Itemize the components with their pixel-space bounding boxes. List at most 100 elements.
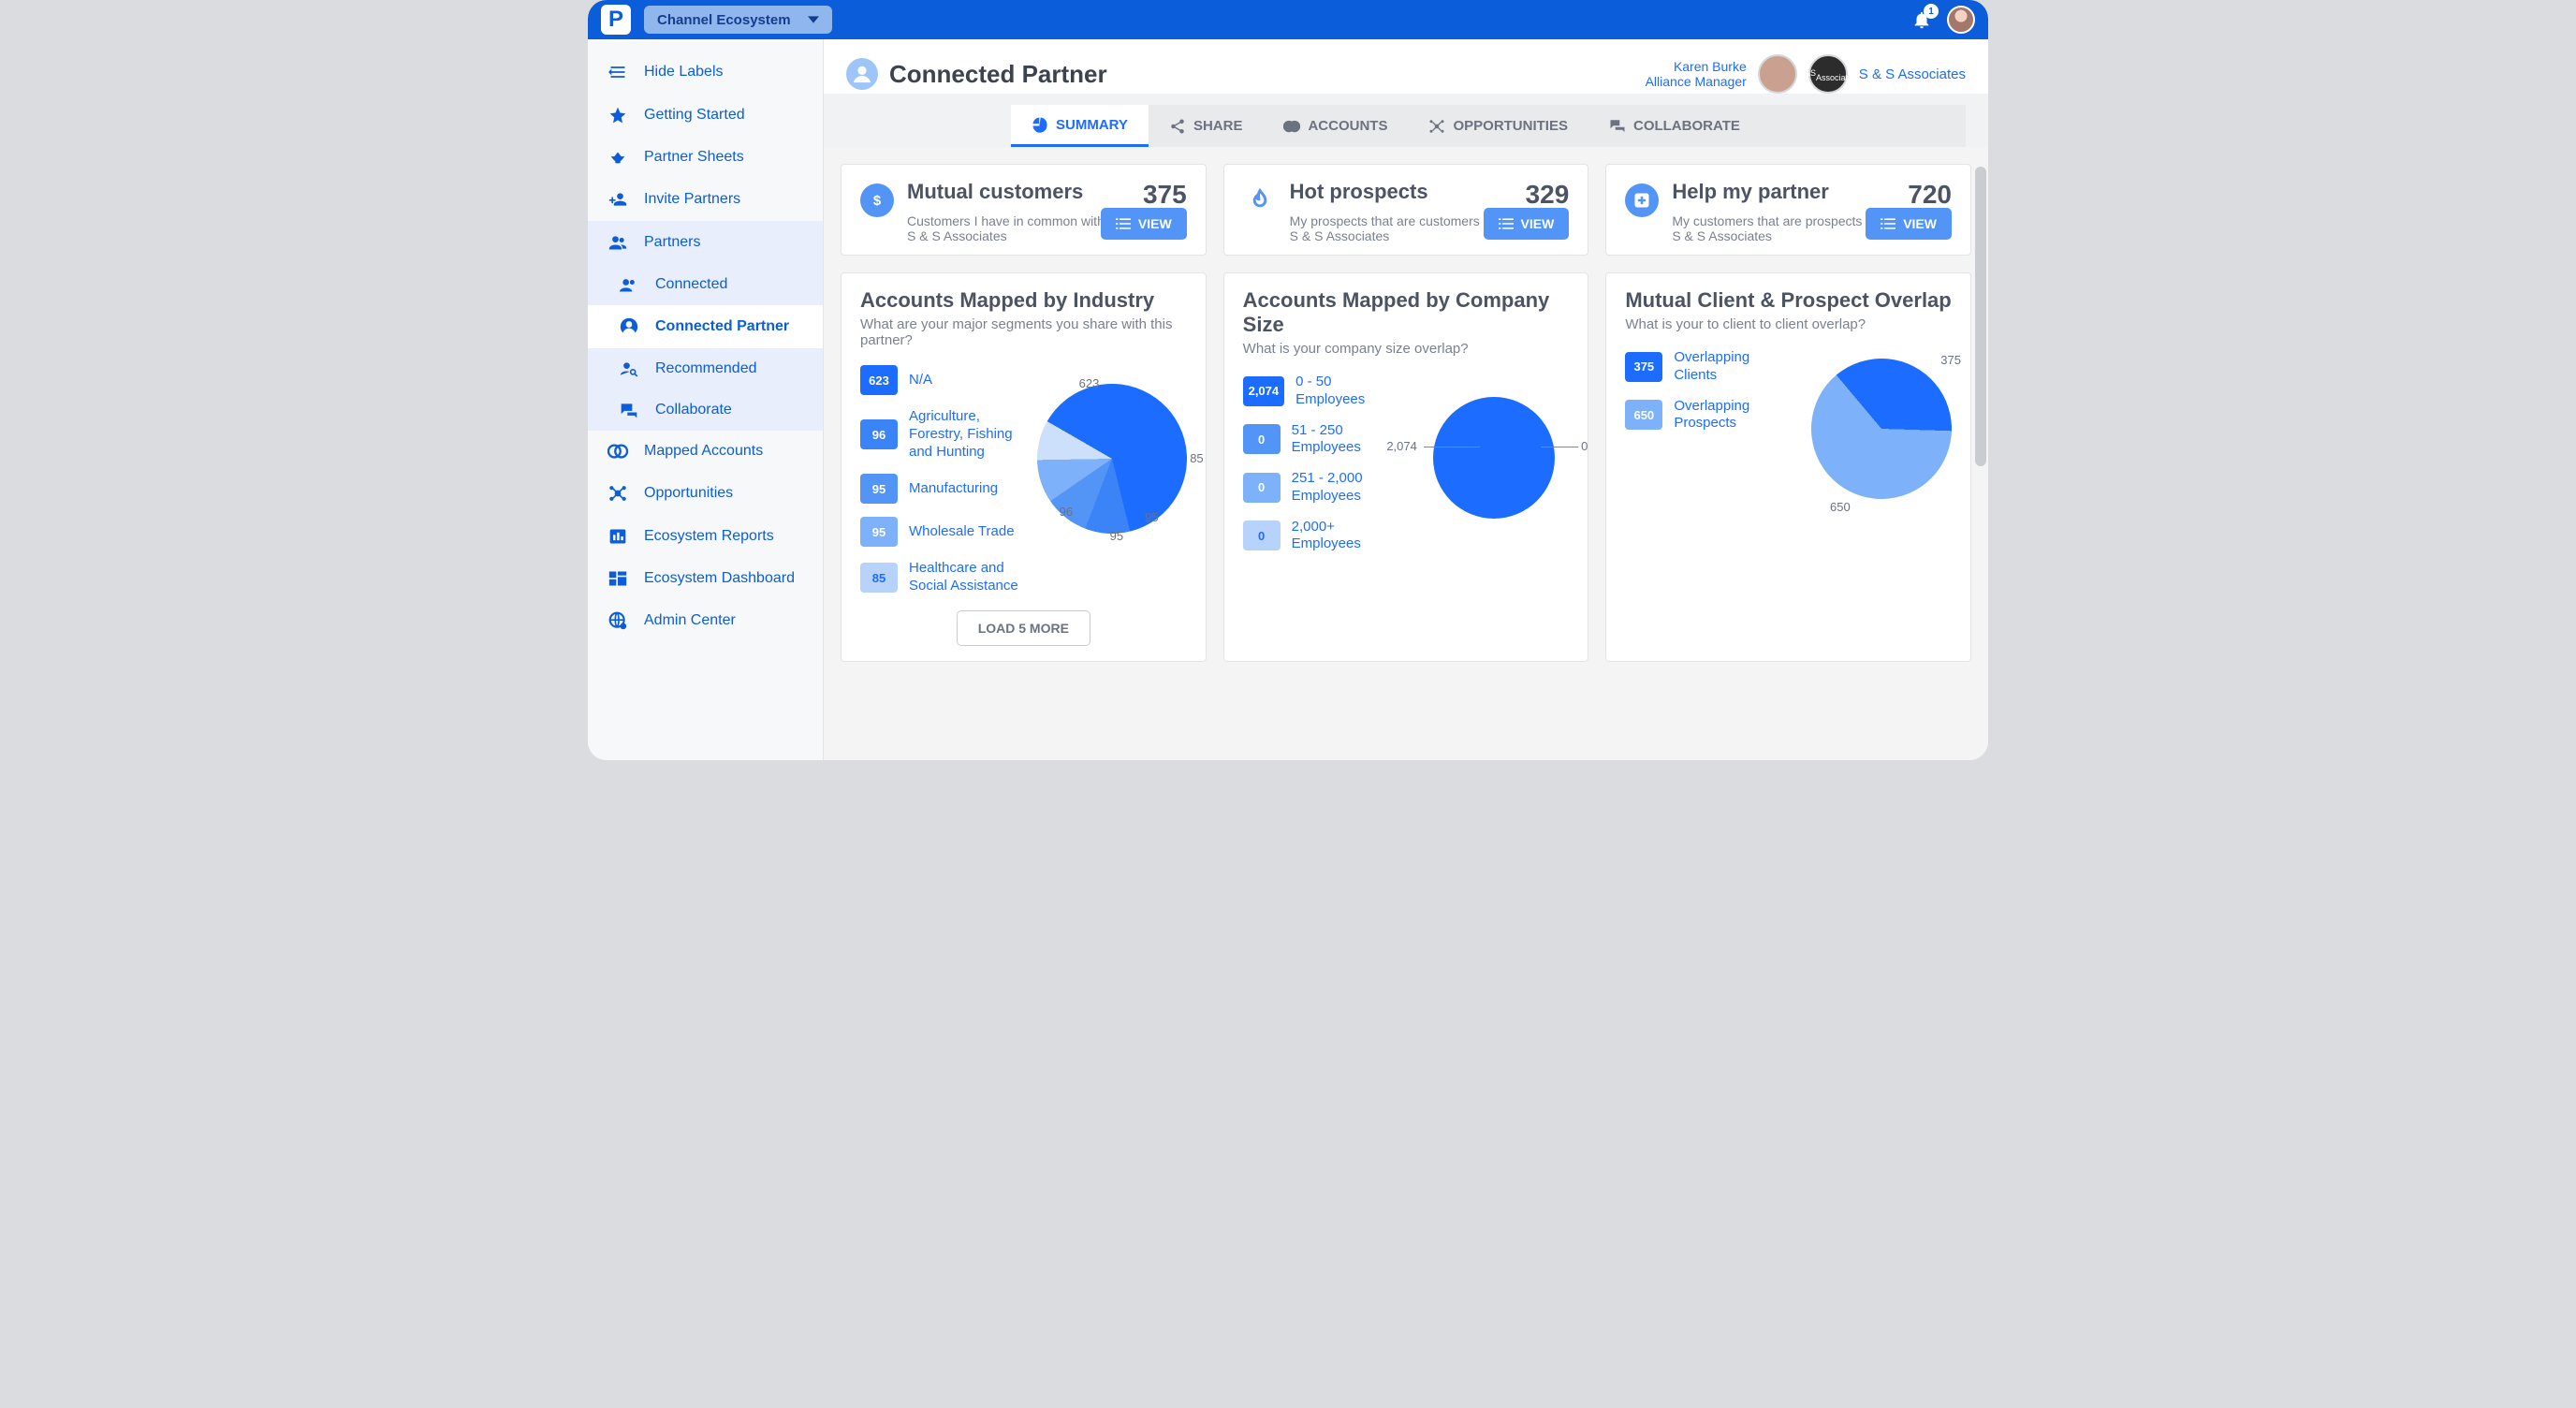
pie-chart: 375 650 — [1811, 359, 1952, 508]
sidebar-item-partners[interactable]: Partners — [588, 221, 823, 264]
kpi-title: Help my partner — [1672, 180, 1829, 204]
chat-icon — [618, 402, 640, 418]
sidebar-item-partner-sheets[interactable]: Partner Sheets — [588, 137, 823, 178]
app-logo: P — [601, 5, 631, 35]
people-icon — [618, 277, 640, 292]
legend-item[interactable]: 95Manufacturing — [860, 474, 1022, 504]
menu-icon — [607, 63, 629, 81]
caret-down-icon — [808, 14, 819, 25]
globe-gear-icon — [607, 611, 629, 630]
page-title: Connected Partner — [889, 60, 1107, 89]
chart-card-company-size: Accounts Mapped by Company Size What is … — [1223, 272, 1589, 662]
notification-badge: 1 — [1924, 4, 1939, 19]
flame-icon — [1243, 183, 1277, 217]
chart-card-overlap: Mutual Client & Prospect Overlap What is… — [1605, 272, 1971, 662]
workspace-name: Channel Ecosystem — [657, 12, 791, 28]
sidebar-item-invite-partners[interactable]: Invite Partners — [588, 178, 823, 221]
sidebar-item-opportunities[interactable]: Opportunities — [588, 472, 823, 515]
network-icon — [607, 484, 629, 503]
user-photo[interactable] — [1758, 54, 1797, 94]
sidebar-item-ecosystem-reports[interactable]: Ecosystem Reports — [588, 515, 823, 558]
nav-label: Connected Partner — [655, 318, 789, 335]
nav-label: Mapped Accounts — [644, 443, 763, 460]
pie-chart: 623 96 95 95 85 — [1037, 384, 1187, 534]
legend-item[interactable]: 85Healthcare and Social Assistance — [860, 560, 1022, 595]
view-button[interactable]: VIEW — [1101, 208, 1187, 240]
nav-label: Recommended — [655, 360, 757, 377]
kpi-value: 329 — [1526, 180, 1570, 210]
scrollbar[interactable] — [1975, 167, 1986, 466]
chart-title: Accounts Mapped by Industry — [860, 288, 1187, 313]
nav-label: Hide Labels — [644, 64, 724, 81]
sidebar-sub-collaborate[interactable]: Collaborate — [588, 389, 823, 431]
bar-chart-icon — [607, 527, 629, 546]
person-search-icon — [618, 360, 640, 377]
sidebar: Hide Labels Getting Started Partner Shee… — [588, 39, 824, 760]
tab-share[interactable]: SHARE — [1149, 105, 1264, 147]
sidebar-item-admin-center[interactable]: Admin Center — [588, 599, 823, 642]
nav-label: Ecosystem Reports — [644, 528, 774, 545]
view-button[interactable]: VIEW — [1484, 208, 1570, 240]
chart-card-industry: Accounts Mapped by Industry What are you… — [841, 272, 1207, 662]
pie-chart: 2,074 0 — [1419, 383, 1569, 533]
top-bar: P Channel Ecosystem 1 — [588, 0, 1988, 39]
nav-label: Collaborate — [655, 402, 732, 418]
sidebar-item-mapped-accounts[interactable]: Mapped Accounts — [588, 431, 823, 472]
legend-item[interactable]: 051 - 250 Employees — [1243, 422, 1405, 458]
legend-item[interactable]: 95Wholesale Trade — [860, 517, 1022, 547]
nav-label: Connected — [655, 276, 727, 293]
chart-title: Accounts Mapped by Company Size — [1243, 288, 1570, 337]
legend-item[interactable]: 623N/A — [860, 365, 1022, 395]
partner-logo[interactable]: S&SAssociates — [1808, 54, 1848, 94]
page-header: Connected Partner Karen Burke Alliance M… — [824, 39, 1988, 94]
legend-item[interactable]: 02,000+ Employees — [1243, 519, 1405, 554]
chart-legend: 2,0740 - 50 Employees 051 - 250 Employee… — [1243, 374, 1405, 553]
nav-label: Partner Sheets — [644, 149, 744, 166]
scroll-area[interactable]: $ Mutual customers375 Customers I have i… — [824, 147, 1988, 760]
workspace-selector[interactable]: Channel Ecosystem — [644, 6, 832, 34]
person-circle-icon — [846, 58, 878, 90]
chart-legend: 375Overlapping Clients 650Overlapping Pr… — [1625, 349, 1796, 508]
legend-item[interactable]: 650Overlapping Prospects — [1625, 398, 1796, 433]
legend-item[interactable]: 0251 - 2,000 Employees — [1243, 470, 1405, 506]
partner-company-name: S & S Associates — [1859, 66, 1966, 82]
sidebar-sub-recommended[interactable]: Recommended — [588, 348, 823, 389]
user-avatar[interactable] — [1947, 6, 1975, 34]
sidebar-hide-labels[interactable]: Hide Labels — [588, 51, 823, 94]
kpi-title: Mutual customers — [907, 180, 1083, 204]
legend-item[interactable]: 2,0740 - 50 Employees — [1243, 374, 1405, 409]
load-more-button[interactable]: LOAD 5 MORE — [957, 610, 1090, 646]
svg-text:$: $ — [873, 193, 882, 209]
tab-summary[interactable]: SUMMARY — [1011, 105, 1149, 147]
legend-item[interactable]: 96Agriculture, Forestry, Fishing and Hun… — [860, 408, 1022, 461]
notifications-button[interactable]: 1 — [1911, 9, 1932, 30]
nav-label: Getting Started — [644, 107, 745, 124]
tab-accounts[interactable]: ACCOUNTS — [1263, 105, 1408, 147]
kpi-mutual-customers: $ Mutual customers375 Customers I have i… — [841, 164, 1207, 256]
sidebar-item-getting-started[interactable]: Getting Started — [588, 94, 823, 137]
nav-label: Ecosystem Dashboard — [644, 570, 795, 587]
sidebar-sub-connected-partner[interactable]: Connected Partner — [588, 305, 823, 348]
nav-label: Opportunities — [644, 485, 733, 502]
tab-opportunities[interactable]: OPPORTUNITIES — [1408, 105, 1588, 147]
nav-label: Partners — [644, 234, 700, 251]
nav-label: Admin Center — [644, 612, 736, 629]
chart-subtitle: What is your to client to client overlap… — [1625, 316, 1952, 332]
star-icon — [607, 106, 629, 125]
venn-icon — [607, 443, 629, 460]
tab-collaborate[interactable]: COLLABORATE — [1588, 105, 1761, 147]
user-name: Karen Burke — [1674, 59, 1747, 74]
dashboard-icon — [607, 570, 629, 587]
chart-legend: 623N/A 96Agriculture, Forestry, Fishing … — [860, 365, 1022, 595]
chart-title: Mutual Client & Prospect Overlap — [1625, 288, 1952, 313]
person-add-icon — [607, 190, 629, 209]
legend-item[interactable]: 375Overlapping Clients — [1625, 349, 1796, 385]
dollar-icon: $ — [860, 183, 894, 217]
user-role: Alliance Manager — [1646, 74, 1747, 89]
sidebar-item-ecosystem-dashboard[interactable]: Ecosystem Dashboard — [588, 558, 823, 599]
chart-subtitle: What is your company size overlap? — [1243, 341, 1570, 357]
header-partner-info: Karen Burke Alliance Manager S&SAssociat… — [1646, 54, 1966, 94]
kpi-help-partner: Help my partner720 My customers that are… — [1605, 164, 1971, 256]
view-button[interactable]: VIEW — [1866, 208, 1952, 240]
sidebar-sub-connected[interactable]: Connected — [588, 264, 823, 305]
